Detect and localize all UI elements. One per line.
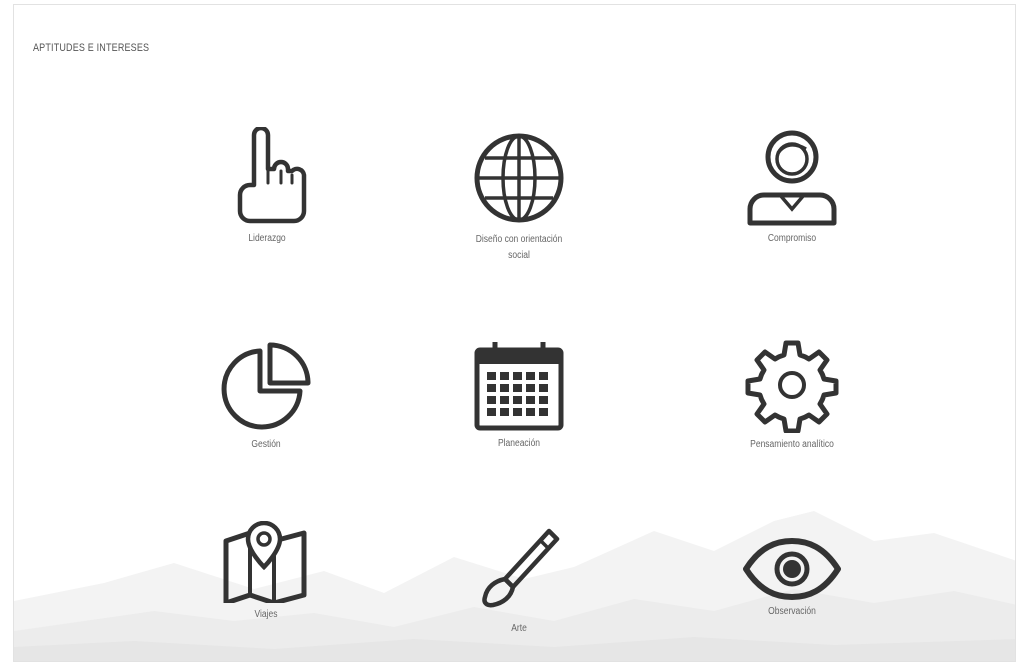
pointing-hand-icon [237,127,307,224]
skill-item-viajes: Viajes [181,521,351,623]
skills-card: APTITUDES E INTERESES Liderazgo Diseño c… [13,4,1016,662]
skill-item-compromiso: Compromiso [707,127,877,247]
skill-item-observacion: Observación [707,538,877,620]
skill-label: Viajes [254,609,278,620]
map-pin-icon [223,521,307,603]
skill-label: Gestión [251,439,281,450]
globe-icon [474,133,564,223]
skill-item-planeacion: Planeación [434,338,604,452]
skill-label: Pensamiento analítico [750,439,834,450]
skill-item-arte: Arte [434,525,604,637]
skill-label: Diseño con orientación social [475,234,563,261]
skill-label: Compromiso [767,233,817,244]
skill-item-gestion: Gestión [181,341,351,453]
eye-icon [743,538,841,600]
skill-item-diseno: Diseño con orientación social [434,130,604,264]
section-title: APTITUDES E INTERESES [33,42,150,54]
paintbrush-icon [482,528,560,608]
pie-chart-icon [221,342,311,430]
skill-label: Planeación [497,438,541,449]
calendar-icon [474,342,564,431]
person-icon [747,130,837,226]
skill-label: Liderazgo [248,233,286,244]
skill-label: Arte [511,623,527,634]
gear-icon [745,340,839,433]
skill-label: Observación [768,606,816,617]
skill-item-liderazgo: Liderazgo [182,127,352,247]
skill-item-pensamiento: Pensamiento analítico [707,337,877,453]
